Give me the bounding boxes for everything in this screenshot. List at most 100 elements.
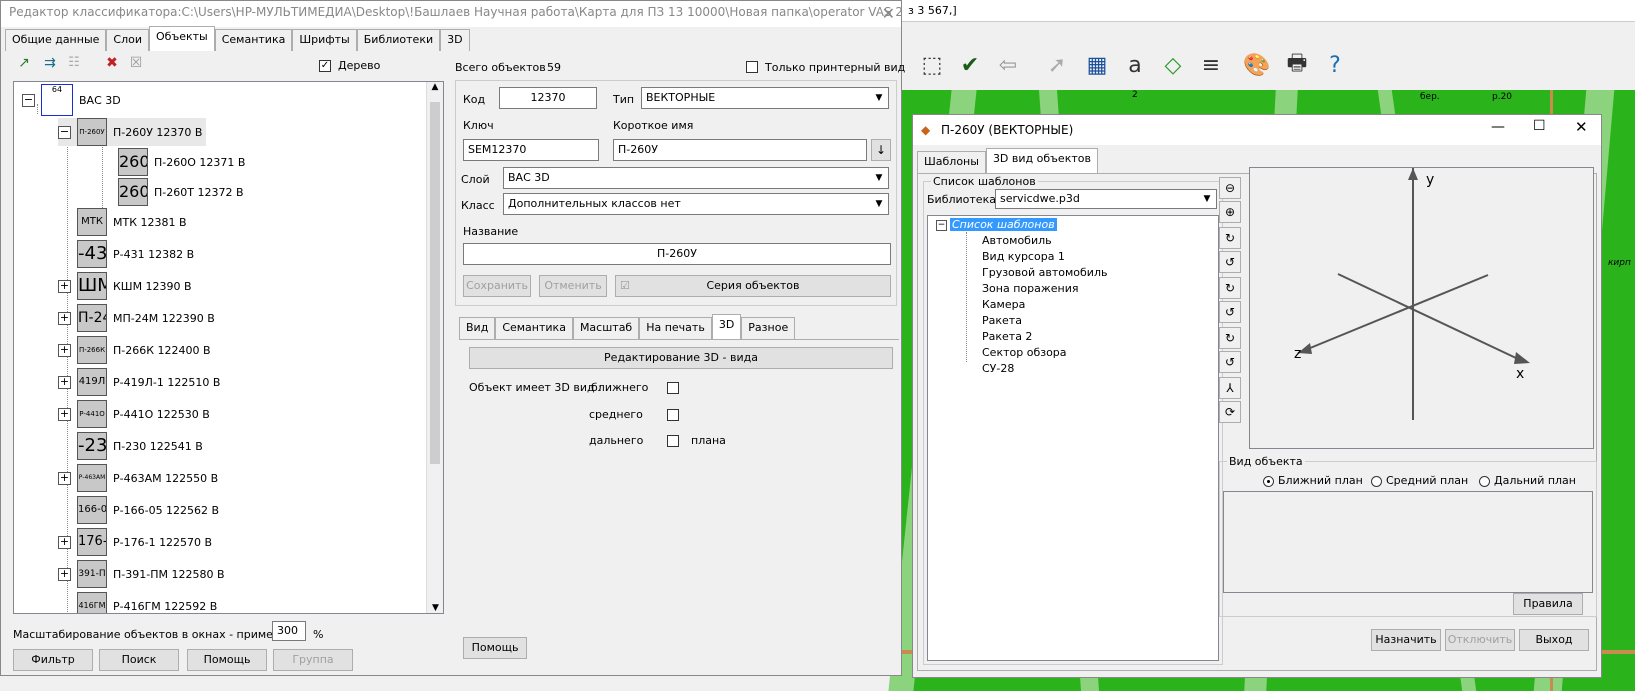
tab-3d-view[interactable]: 3D вид объектов [985, 148, 1098, 173]
help-button-left[interactable]: Помощь [187, 649, 267, 671]
expand-icon[interactable]: + [58, 375, 71, 389]
template-item[interactable]: Камера [982, 298, 1025, 311]
radio-far[interactable]: Дальний план [1479, 474, 1576, 487]
layer-select[interactable]: ВАС 3D ▼ [503, 167, 889, 189]
rotate-y-cw-icon[interactable]: ↻ [1219, 277, 1241, 299]
maximize-icon[interactable]: ☐ [1533, 118, 1546, 134]
help-pointer-icon[interactable]: ? [1318, 48, 1352, 82]
tree-item[interactable]: + П-24 МП-24М 122390 В [58, 304, 215, 332]
radio-near-dot[interactable] [1263, 475, 1274, 487]
collapse-icon[interactable]: − [22, 93, 35, 107]
mid-checkbox[interactable] [667, 409, 679, 421]
scroll-down-icon[interactable]: ▼ [427, 603, 443, 613]
select-frame-icon[interactable]: ⬚ [915, 48, 949, 82]
code-input[interactable]: 12370 [499, 87, 597, 109]
tree-item[interactable]: + 419Л Р-419Л-1 122510 В [58, 368, 220, 396]
tab-semantics[interactable]: Семантика [214, 29, 293, 51]
rules-button[interactable]: Правила [1513, 593, 1583, 615]
subtab-semantics[interactable]: Семантика [495, 317, 573, 339]
subtab-misc[interactable]: Разное [741, 317, 796, 339]
chevron-down-icon[interactable]: ▼ [872, 90, 886, 106]
add-object-icon[interactable]: ↗ [13, 55, 35, 77]
expand-icon[interactable]: + [58, 311, 71, 325]
key-input[interactable]: SEM12370 [463, 139, 599, 161]
short-name-input[interactable]: П-260У [613, 139, 867, 161]
text-list-icon[interactable]: ≡ [1194, 48, 1228, 82]
chevron-down-icon[interactable]: ▼ [1200, 191, 1214, 207]
chevron-down-icon[interactable]: ▼ [872, 196, 886, 212]
close-icon[interactable]: ✕ [1575, 118, 1588, 136]
subtab-print[interactable]: На печать [639, 317, 712, 339]
printer-icon[interactable]: 🖶 [1280, 48, 1314, 82]
delete-disabled-icon[interactable]: ☒ [125, 55, 147, 77]
radio-mid[interactable]: Средний план [1371, 474, 1468, 487]
object-tree[interactable]: − 64 ВАС 3D − П-260У П-260У 12370 В 260 … [13, 81, 444, 614]
far-checkbox[interactable] [667, 435, 679, 447]
collapse-icon[interactable]: − [936, 220, 947, 231]
assign-button[interactable]: Назначить [1371, 629, 1441, 651]
help-button[interactable]: Помощь [463, 637, 527, 659]
tab-layers[interactable]: Слои [106, 29, 149, 51]
tree-item[interactable]: -43 Р-431 12382 В [77, 240, 194, 268]
subtab-scale[interactable]: Масштаб [572, 317, 640, 339]
name-input[interactable]: П-260У [463, 243, 891, 265]
rotate-z-ccw-icon[interactable]: ↺ [1219, 251, 1241, 273]
expand-icon[interactable]: + [58, 535, 71, 549]
template-item[interactable]: Вид курсора 1 [982, 250, 1065, 263]
tab-libraries[interactable]: Библиотеки [356, 29, 441, 51]
back-arrow-icon[interactable]: ⇦ [991, 48, 1025, 82]
expand-icon[interactable]: + [58, 279, 71, 293]
template-item[interactable]: Сектор обзора [982, 346, 1067, 359]
exit-button[interactable]: Выход [1519, 629, 1589, 651]
tab-general[interactable]: Общие данные [5, 29, 107, 51]
zoom-in-icon[interactable]: ⊕ [1219, 201, 1241, 223]
collapse-icon[interactable]: − [58, 125, 71, 139]
tree-item[interactable]: -23 П-230 122541 В [77, 432, 203, 460]
list-icon[interactable]: ☷ [63, 55, 85, 77]
edit-3d-button[interactable]: Редактирование 3D - вида [469, 347, 893, 369]
tree-item[interactable]: − П-260У П-260У 12370 В [58, 118, 207, 146]
group-button[interactable]: Группа [273, 649, 353, 671]
expand-icon[interactable]: + [58, 471, 71, 485]
class-select[interactable]: Дополнительных классов нет ▼ [503, 193, 889, 215]
3d-preview[interactable]: y x z [1249, 167, 1594, 449]
templates-tree[interactable]: − Список шаблонов Автомобиль Вид курсора… [927, 215, 1219, 661]
tree-item[interactable]: 416ГМ Р-416ГМ 122592 В [77, 592, 217, 613]
radio-mid-dot[interactable] [1371, 475, 1382, 487]
rotate-y-ccw-icon[interactable]: ↺ [1219, 301, 1241, 323]
tab-fonts[interactable]: Шрифты [292, 29, 357, 51]
chevron-down-icon[interactable]: ▼ [872, 170, 886, 186]
zoom-out-icon[interactable]: ⊖ [1219, 177, 1241, 199]
tree-item[interactable]: 260 П-260О 12371 В [118, 148, 245, 176]
minimize-icon[interactable]: — [1491, 119, 1505, 135]
filter-button[interactable]: Фильтр [13, 649, 93, 671]
expand-icon[interactable]: + [58, 343, 71, 357]
subtab-view[interactable]: Вид [459, 317, 496, 339]
expand-icon[interactable]: + [58, 407, 71, 421]
tree-item[interactable]: МТК МТК 12381 В [77, 208, 187, 236]
rotate-z-cw-icon[interactable]: ↻ [1219, 227, 1241, 249]
pointer-icon[interactable]: ➚ [1040, 48, 1074, 82]
tree-root[interactable]: − 64 ВАС 3D [22, 84, 121, 116]
palette-icon[interactable]: 🎨 [1240, 48, 1274, 82]
check-icon[interactable]: ✔ [953, 48, 987, 82]
text-pointer-icon[interactable]: a [1118, 48, 1152, 82]
tree-item[interactable]: + П-266К П-266К 122400 В [58, 336, 211, 364]
library-select[interactable]: servicdwe.p3d ▼ [995, 189, 1217, 209]
reset-view-icon[interactable]: ⟳ [1219, 401, 1241, 423]
copy-object-icon[interactable]: ⇉ [39, 55, 61, 77]
tree-item[interactable]: + ШМ КШМ 12390 В [58, 272, 192, 300]
rotate-x-cw-icon[interactable]: ↻ [1219, 327, 1241, 349]
cancel-button[interactable]: Отменить [539, 275, 607, 297]
template-item[interactable]: Зона поражения [982, 282, 1079, 295]
template-item[interactable]: Грузовой автомобиль [982, 266, 1107, 279]
close-icon[interactable]: ✕ [882, 4, 895, 23]
expand-icon[interactable]: + [58, 567, 71, 581]
tree-item[interactable]: + 176- Р-176-1 122570 В [58, 528, 212, 556]
series-button[interactable]: ☑ Серия объектов [615, 275, 891, 297]
tree-item[interactable]: 260 П-260Т 12372 В [118, 178, 244, 206]
delete-object-icon[interactable]: ✖ [101, 55, 123, 77]
near-checkbox[interactable] [667, 382, 679, 394]
radio-far-dot[interactable] [1479, 475, 1490, 487]
tree-item[interactable]: + 391-П П-391-ПМ 122580 В [58, 560, 225, 588]
